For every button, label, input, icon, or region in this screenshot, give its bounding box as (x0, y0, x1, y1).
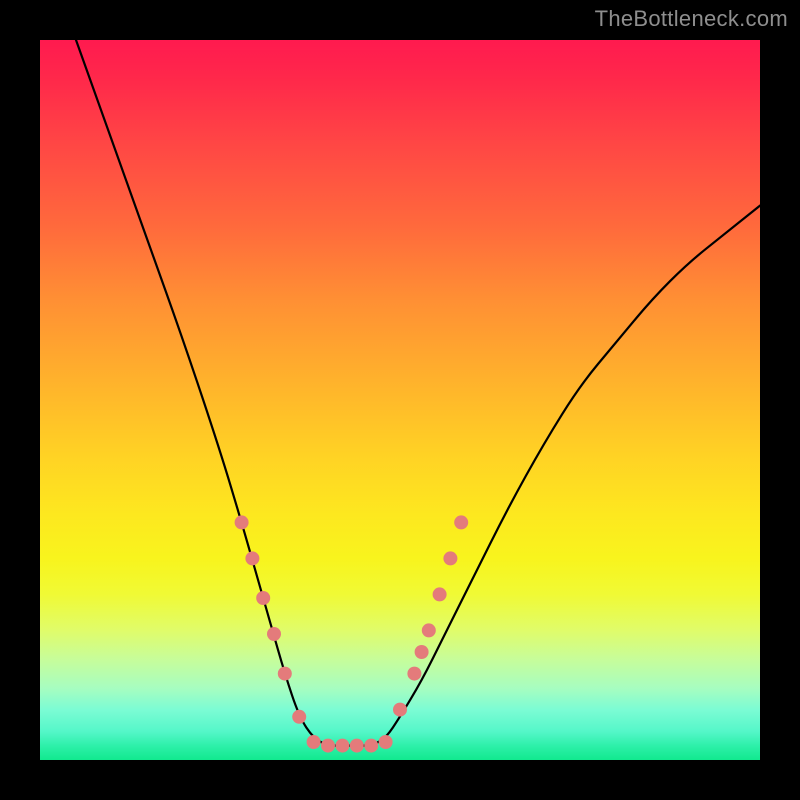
bottleneck-curve (76, 40, 760, 746)
watermark-text: TheBottleneck.com (595, 6, 788, 32)
curve-marker (245, 551, 259, 565)
curve-marker (307, 735, 321, 749)
curve-marker (321, 739, 335, 753)
curve-marker (335, 739, 349, 753)
chart-svg (40, 40, 760, 760)
curve-marker (364, 739, 378, 753)
curve-marker (292, 710, 306, 724)
chart-canvas: TheBottleneck.com (0, 0, 800, 800)
curve-marker (278, 667, 292, 681)
curve-marker (415, 645, 429, 659)
curve-marker (454, 515, 468, 529)
curve-marker (350, 739, 364, 753)
curve-marker (422, 623, 436, 637)
curve-marker (267, 627, 281, 641)
plot-area (40, 40, 760, 760)
curve-marker (235, 515, 249, 529)
curve-marker (379, 735, 393, 749)
curve-marker (407, 667, 421, 681)
curve-markers (235, 515, 469, 752)
curve-marker (433, 587, 447, 601)
curve-marker (443, 551, 457, 565)
curve-marker (393, 703, 407, 717)
curve-marker (256, 591, 270, 605)
